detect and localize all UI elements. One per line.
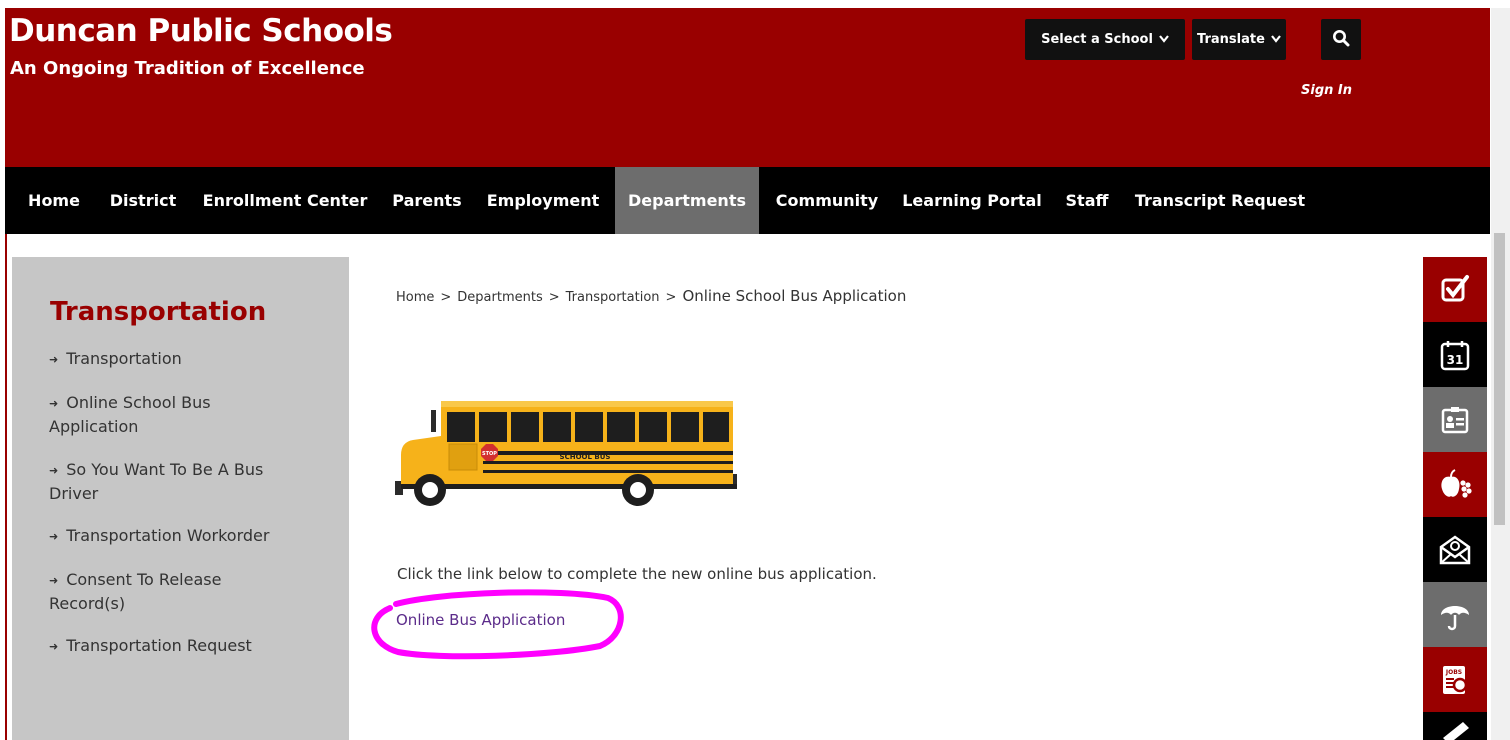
select-school-button[interactable]: Select a School bbox=[1025, 19, 1185, 60]
sidebar-item-label: Transportation Request bbox=[66, 636, 252, 655]
sign-in-link[interactable]: Sign In bbox=[1301, 83, 1352, 98]
arrow-icon: ➜ bbox=[49, 464, 59, 477]
section-sidebar: Transportation ➜ Transportation ➜ Online S… bbox=[12, 257, 349, 740]
select-school-label: Select a School bbox=[1041, 32, 1153, 47]
nav-item-transcript-request[interactable]: Transcript Request bbox=[1127, 167, 1313, 234]
search-button[interactable] bbox=[1321, 19, 1361, 60]
sidebar-item-label: Transportation bbox=[66, 349, 182, 368]
email-icon-button[interactable] bbox=[1423, 517, 1487, 582]
stop-sign-text: STOP bbox=[482, 451, 497, 457]
nav-item-community[interactable]: Community bbox=[765, 167, 889, 234]
umbrella-icon-button[interactable] bbox=[1423, 582, 1487, 647]
site-header: Duncan Public Schools An Ongoing Traditi… bbox=[5, 8, 1490, 167]
nav-item-departments[interactable]: Departments bbox=[615, 167, 759, 234]
arrow-icon: ➜ bbox=[49, 530, 59, 543]
page-border bbox=[5, 234, 7, 740]
chevron-down-icon bbox=[1271, 33, 1281, 46]
sidebar-item-label: Consent To Release Record(s) bbox=[49, 570, 222, 613]
sidebar-item-online-school-bus-application[interactable]: ➜ Online School Bus Application bbox=[49, 392, 259, 438]
directory-icon-button[interactable] bbox=[1423, 387, 1487, 452]
jobs-label: JOBS bbox=[1445, 669, 1462, 676]
edit-icon-button[interactable] bbox=[1423, 712, 1487, 740]
arrow-icon: ➜ bbox=[49, 640, 59, 653]
sidebar-item-label: Online School Bus Application bbox=[49, 393, 211, 436]
breadcrumb-departments[interactable]: Departments bbox=[457, 290, 542, 305]
arrow-icon: ➜ bbox=[49, 574, 59, 587]
translate-button[interactable]: Translate bbox=[1192, 19, 1286, 60]
nav-item-employment[interactable]: Employment bbox=[477, 167, 609, 234]
nutrition-icon-button[interactable] bbox=[1423, 452, 1487, 517]
breadcrumb-transportation[interactable]: Transportation bbox=[566, 290, 660, 305]
intro-text: Click the link below to complete the new… bbox=[397, 565, 877, 583]
nav-item-home[interactable]: Home bbox=[15, 167, 93, 234]
sidebar-item-consent-to-release[interactable]: ➜ Consent To Release Record(s) bbox=[49, 569, 259, 615]
nav-item-staff[interactable]: Staff bbox=[1055, 167, 1119, 234]
scrollbar-thumb[interactable] bbox=[1494, 233, 1505, 525]
calendar-icon-button[interactable]: 31 bbox=[1423, 322, 1487, 387]
breadcrumb-home[interactable]: Home bbox=[396, 290, 434, 305]
nav-item-learning-portal[interactable]: Learning Portal bbox=[897, 167, 1047, 234]
breadcrumb-separator: > bbox=[548, 290, 560, 305]
arrow-icon: ➜ bbox=[49, 353, 59, 366]
site-tagline: An Ongoing Tradition of Excellence bbox=[10, 58, 365, 79]
main-nav: Home District Enrollment Center Parents … bbox=[5, 167, 1490, 234]
translate-label: Translate bbox=[1197, 32, 1265, 47]
arrow-icon: ➜ bbox=[49, 397, 59, 410]
jobs-icon: JOBS bbox=[1443, 665, 1468, 694]
checkbox-icon-button[interactable] bbox=[1423, 257, 1487, 322]
search-icon bbox=[1332, 29, 1350, 51]
calendar-day: 31 bbox=[1447, 353, 1464, 367]
bus-sign-text: SCHOOL BUS bbox=[560, 453, 611, 461]
sidebar-item-transportation-request[interactable]: ➜ Transportation Request bbox=[49, 635, 299, 659]
sidebar-item-bus-driver[interactable]: ➜ So You Want To Be A Bus Driver bbox=[49, 459, 289, 505]
sidebar-item-label: So You Want To Be A Bus Driver bbox=[49, 460, 264, 503]
breadcrumb: Home > Departments > Transportation > Online S… bbox=[396, 287, 906, 305]
page-scrollbar[interactable] bbox=[1491, 8, 1510, 740]
nav-item-enrollment-center[interactable]: Enrollment Center bbox=[193, 167, 377, 234]
nav-item-parents[interactable]: Parents bbox=[385, 167, 469, 234]
jobs-icon-button[interactable]: JOBS bbox=[1423, 647, 1487, 712]
sidebar-item-label: Transportation Workorder bbox=[66, 526, 270, 545]
sidebar-item-transportation[interactable]: ➜ Transportation bbox=[49, 348, 299, 372]
sidebar-title: Transportation bbox=[50, 297, 267, 327]
sidebar-item-transportation-workorder[interactable]: ➜ Transportation Workorder bbox=[49, 525, 299, 549]
school-bus-image: SCHOOL BUS STOP bbox=[395, 401, 737, 506]
site-title[interactable]: Duncan Public Schools bbox=[9, 13, 393, 49]
email-icon bbox=[1439, 534, 1471, 564]
directory-icon bbox=[1441, 406, 1469, 433]
breadcrumb-separator: > bbox=[440, 290, 452, 305]
breadcrumb-current: Online School Bus Application bbox=[682, 287, 907, 305]
edit-icon bbox=[1443, 722, 1469, 740]
chevron-down-icon bbox=[1159, 33, 1169, 46]
checkbox-icon bbox=[1441, 274, 1469, 301]
nav-item-district[interactable]: District bbox=[101, 167, 185, 234]
highlight-annotation bbox=[371, 589, 624, 660]
nutrition-icon bbox=[1441, 468, 1472, 498]
calendar-icon: 31 bbox=[1440, 340, 1470, 370]
breadcrumb-separator: > bbox=[665, 290, 677, 305]
quick-links-rail: 31 JOBS bbox=[1423, 257, 1487, 740]
umbrella-icon bbox=[1441, 605, 1469, 630]
